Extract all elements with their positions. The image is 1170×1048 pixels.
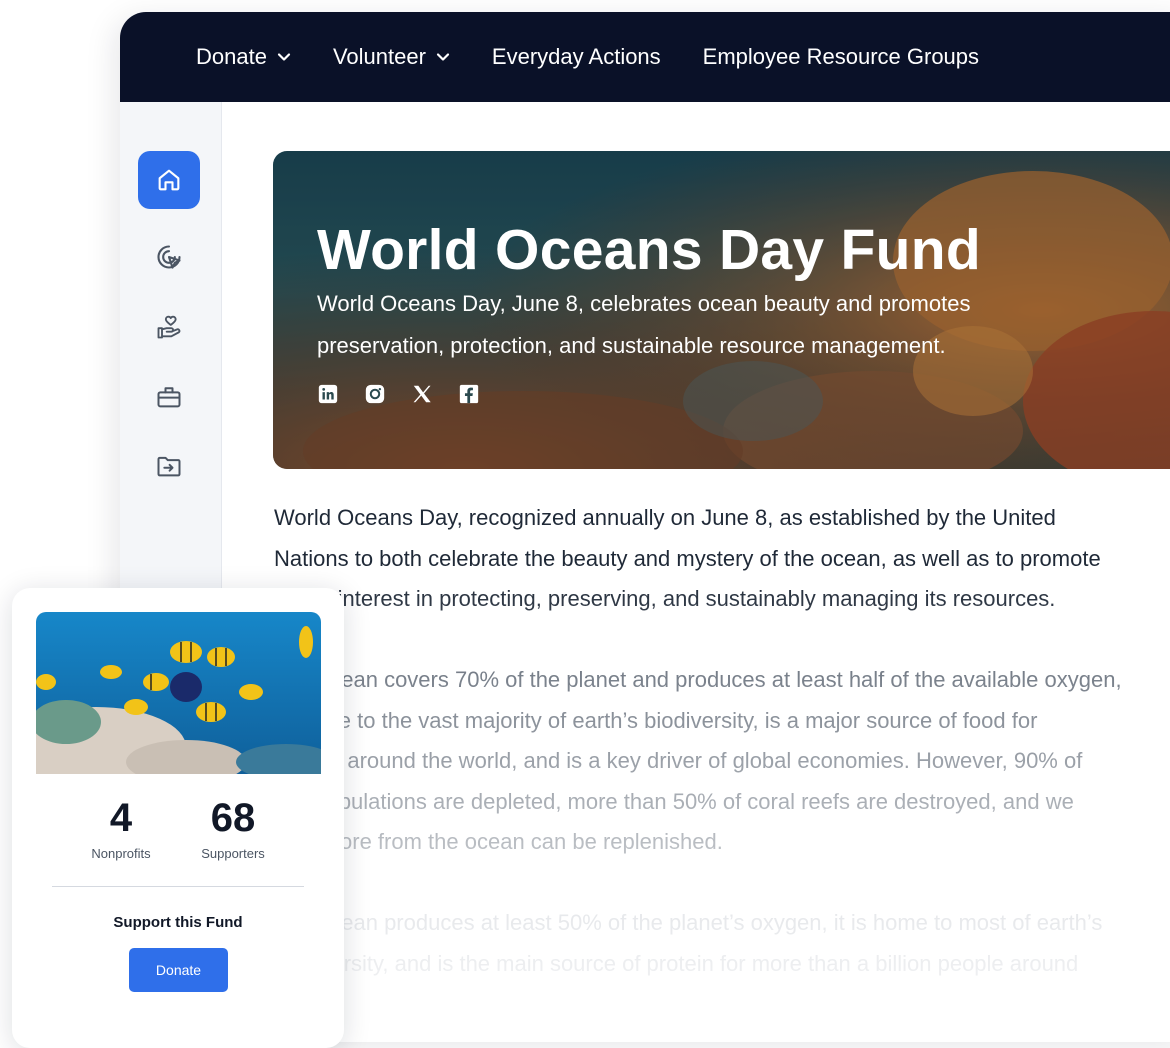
nav-donate-label: Donate (196, 44, 267, 69)
nav-donate[interactable]: Donate (196, 44, 291, 70)
fund-card-image (36, 612, 321, 774)
text-line: public interest in protecting, preservin… (274, 586, 1056, 611)
nav-everyday-actions[interactable]: Everyday Actions (492, 44, 661, 70)
facebook-icon[interactable] (458, 383, 480, 405)
text-line: billions around the world, and is a key … (274, 748, 1083, 773)
text-line: fish populations are depleted, more than… (274, 788, 1074, 814)
gift-card-icon (157, 387, 181, 408)
nav-everyday-actions-label: Everyday Actions (491, 44, 661, 69)
social-links (317, 383, 480, 405)
stat-value: 4 (109, 796, 133, 840)
sidebar-item-folder[interactable] (138, 437, 200, 495)
linkedin-icon[interactable] (317, 383, 339, 405)
hero-subtitle: World Oceans Day, June 8, celebrates oce… (317, 291, 971, 358)
top-navigation: Donate Volunteer Everyday Actions Employ… (120, 12, 1170, 102)
nav-volunteer-label: Volunteer (332, 44, 426, 69)
fund-description: World Oceans Day, recognized annually on… (274, 498, 1170, 1025)
text-line: biodiversity, and is the main source of … (274, 950, 1079, 976)
fund-summary-card: 4 Nonprofits 68 Supporters Support this … (12, 588, 344, 1048)
hero-banner: World Oceans Day Fund World Oceans Day, … (273, 151, 1170, 469)
x-icon[interactable] (411, 383, 433, 405)
paragraph-1: World Oceans Day, recognized annually on… (274, 498, 1170, 620)
text-line: World Oceans Day, recognized annually on… (274, 505, 1056, 530)
tropical-fish-image (36, 612, 321, 774)
paragraph-3: The ocean produces at least 50% of the p… (274, 903, 1170, 984)
stat-label: Supporters (201, 846, 265, 861)
sidebar-item-cursor[interactable] (138, 228, 200, 286)
text-line: is home to the vast majority of earth’s … (274, 707, 1038, 733)
paragraph-2: The ocean covers 70% of the planet and p… (274, 660, 1170, 863)
home-icon (158, 169, 180, 191)
sidebar-item-gift-card[interactable] (138, 368, 200, 426)
nav-employee-resource-groups-label: Employee Resource Groups (702, 44, 980, 69)
donate-button[interactable]: Donate (129, 948, 228, 992)
instagram-icon[interactable] (364, 383, 386, 405)
text-line: The ocean covers 70% of the planet and p… (274, 667, 1122, 692)
sidebar-item-home[interactable] (138, 151, 200, 209)
stat-nonprofits: 4 Nonprofits (82, 794, 160, 861)
nav-employee-resource-groups[interactable]: Employee Resource Groups (703, 44, 979, 70)
card-divider (52, 886, 304, 887)
stat-supporters: 68 Supporters (188, 794, 278, 861)
stat-label: Nonprofits (91, 846, 151, 861)
support-title: Support this Fund (113, 914, 243, 931)
text-line: Nations to both celebrate the beauty and… (274, 545, 1101, 571)
chevron-down-icon (436, 53, 450, 61)
text-line: The ocean produces at least 50% of the p… (274, 910, 1103, 935)
stat-value: 68 (210, 796, 256, 840)
nav-volunteer[interactable]: Volunteer (333, 44, 450, 70)
cursor-click-icon (157, 245, 181, 269)
hand-heart-icon (157, 315, 181, 339)
sidebar-item-give[interactable] (138, 298, 200, 356)
folder-arrow-icon (157, 456, 181, 477)
chevron-down-icon (277, 53, 291, 61)
hero-title: World Oceans Day Fund (317, 218, 982, 282)
